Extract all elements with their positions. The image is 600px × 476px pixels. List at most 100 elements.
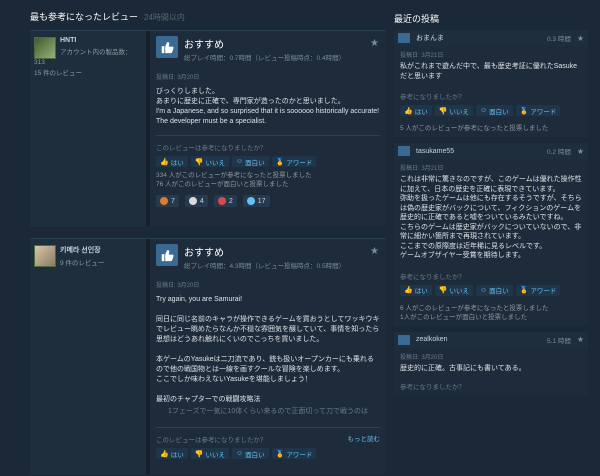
smile-icon: ☺ — [479, 286, 488, 294]
review-body: おすすめ 総プレイ時間：0.7時間（レビュー投稿時点：0.4時間） ★ 投稿日:… — [150, 31, 386, 226]
posted-date: 投稿日: 3月21日 — [400, 166, 444, 172]
award-button[interactable]: 🏅 アワード — [515, 284, 561, 296]
recent-title: 最近の投稿 — [394, 14, 440, 24]
vote-yes-button[interactable]: 👍 はい — [400, 284, 432, 296]
star-icon[interactable]: ★ — [370, 39, 380, 49]
recent-review-header: tasukame55 0.2 時間 ★ — [394, 143, 588, 159]
thumbs-up-icon: 👍 — [160, 158, 169, 166]
vote-yes-button[interactable]: 👍 はい — [156, 156, 188, 167]
recent-review-body: 投稿日: 3月21日 私がこれまで遊んだ中で、最も歴史考証に優れたSasukeだ… — [394, 46, 588, 137]
helpful-reviews-column: HNTI アカウント内の製品数： 313 15 件のレビュー おすすめ 総プレイ… — [30, 30, 386, 475]
read-more-link[interactable]: もっと読む — [348, 433, 381, 443]
recent-review-text: 私がこれまで遊んだ中で、最も歴史考証に優れたSasukeだと思います — [400, 63, 578, 80]
recent-review-text: これは非常に驚きなのですが、このゲームは優れた操作性に加えて、日本の歴史を正確に… — [400, 176, 582, 259]
recent-review-card: おまんま 0.3 時間 ★ 投稿日: 3月21日 私がこれまで遊んだ中で、最も歴史考… — [394, 30, 588, 137]
vote-yes-button[interactable]: 👍 はい — [400, 105, 432, 116]
vote-no-button[interactable]: 👎 いいえ — [190, 156, 229, 167]
award-button[interactable]: 🏅 アワード — [515, 105, 561, 116]
award-icon — [217, 197, 226, 205]
recent-review-header: zealkoken 5.1 時間 ★ — [394, 331, 588, 348]
recent-review-card: zealkoken 5.1 時間 ★ 投稿日: 3月20日 歴史的に正確。古事記にも… — [394, 331, 588, 395]
thumbs-up-icon: 👍 — [404, 287, 413, 294]
section-subtitle: 24時間以内 — [144, 13, 185, 22]
vote-funny-button[interactable]: ☺ 面白い — [231, 448, 269, 459]
posted-date: 投稿日: 3月20日 — [156, 75, 200, 81]
helpful-question: 参考になりましたか？ — [400, 273, 465, 281]
divider — [156, 135, 380, 136]
vote-buttons: 👍 はい 👎 いいえ ☺ 面白い 🏅 アワード — [400, 105, 582, 116]
review-author: 키메라 선인장 9 件のレビュー — [30, 239, 146, 475]
star-icon[interactable]: ★ — [577, 34, 584, 43]
review-card: 키메라 선인장 9 件のレビュー おすすめ 総プレイ時間：4.3時間（レビュー投… — [30, 238, 386, 475]
vote-funny-button[interactable]: ☺ 面白い — [231, 156, 269, 167]
review-body: おすすめ 総プレイ時間：4.3時間（レビュー投稿時点：0.5時間） ★ 投稿日:… — [150, 239, 386, 474]
recent-author-name[interactable]: zealkoken — [416, 336, 547, 343]
recent-review-card: tasukame55 0.2 時間 ★ 投稿日: 3月21日 これは非常に驚きなので… — [394, 143, 588, 326]
helpful-question: 参考になりましたか？ — [400, 94, 465, 101]
awards-row: 7 4 2 17 — [156, 195, 380, 207]
smile-icon: ☺ — [235, 450, 244, 457]
award-badge[interactable]: 4 — [184, 195, 208, 207]
thumbs-down-icon: 👎 — [438, 287, 448, 294]
recent-hours: 0.2 時間 — [546, 149, 571, 156]
award-icon: 🏅 — [275, 158, 285, 166]
vote-stats: 5 人がこのレビューが参考になったと投票しました — [400, 125, 549, 132]
review-text-faded: 1フェーズで一気に10体くらい来るので正面切って刀で戦うのは — [168, 408, 368, 415]
thumbs-up-icon: 👍 — [160, 450, 169, 458]
recommendation-label: おすすめ — [184, 40, 224, 51]
vote-stats: 6 人がこのレビューが参考になったと投票しました 1人がこのレビューが面白いと投票… — [400, 304, 549, 321]
recent-review-header: おまんま 0.3 時間 ★ — [394, 30, 588, 46]
review-text: びっくりしました。 あまりに歴史に正確で、専門家が造ったのかと思いました。 I'… — [156, 88, 380, 125]
vote-buttons: 👍 はい 👎 いいえ ☺ 面白い 🏅 アワード — [400, 284, 582, 296]
thumbs-down-icon: 👎 — [438, 107, 448, 115]
award-button[interactable]: 🏅 アワード — [271, 156, 317, 167]
star-icon[interactable]: ★ — [577, 147, 584, 156]
smile-icon: ☺ — [235, 158, 244, 165]
vote-funny-button[interactable]: ☺ 面白い — [475, 284, 513, 296]
vote-no-button[interactable]: 👎 いいえ — [434, 105, 473, 116]
vote-yes-button[interactable]: 👍 はい — [156, 448, 188, 459]
vote-stats: 334 人がこのレビューが参考になったと投票しました 76 人がこのレビューが面白… — [156, 172, 312, 188]
thumbs-up-icon — [398, 146, 410, 156]
award-icon: 🏅 — [275, 450, 285, 458]
thumbs-up-icon — [156, 244, 178, 266]
playtime: 総プレイ時間：0.7時間（レビュー投稿時点：0.4時間） — [184, 55, 346, 62]
award-icon — [188, 197, 197, 205]
avatar[interactable] — [34, 37, 56, 59]
author-reviews-count[interactable]: 15 件のレビュー — [34, 67, 142, 77]
recent-hours: 0.3 時間 — [546, 36, 571, 43]
star-icon[interactable]: ★ — [577, 335, 584, 344]
star-icon[interactable]: ★ — [370, 247, 380, 257]
thumbs-up-icon — [156, 36, 178, 58]
award-badge[interactable]: 17 — [242, 195, 270, 207]
review-author: HNTI アカウント内の製品数： 313 15 件のレビュー — [30, 31, 146, 227]
thumbs-down-icon: 👎 — [194, 450, 204, 458]
vote-no-button[interactable]: 👎 いいえ — [434, 284, 473, 296]
recent-review-body: 投稿日: 3月20日 歴史的に正確。古事記にも書いてある。 参考になりましたか？ — [394, 347, 588, 395]
author-products-count[interactable]: 313 — [34, 59, 142, 66]
smile-icon: ☺ — [479, 107, 488, 114]
award-badge[interactable]: 7 — [156, 195, 179, 207]
recent-author-name[interactable]: tasukame55 — [416, 148, 547, 155]
thumbs-down-icon: 👎 — [194, 158, 204, 166]
posted-date: 投稿日: 3月20日 — [400, 354, 444, 361]
avatar[interactable] — [34, 245, 56, 267]
thumbs-up-icon: 👍 — [404, 107, 413, 115]
vote-funny-button[interactable]: ☺ 面白い — [475, 105, 513, 116]
recent-review-text: 歴史的に正確。古事記にも書いてある。 — [400, 364, 526, 372]
recent-reviews-column: おまんま 0.3 時間 ★ 投稿日: 3月21日 私がこれまで遊んだ中で、最も歴史考… — [394, 30, 588, 401]
helpful-question: このレビューは参考になりましたか？ — [156, 437, 267, 444]
award-badge[interactable]: 2 — [213, 195, 237, 207]
section-title: 最も参考になったレビュー 24時間以内 — [30, 12, 185, 22]
vote-no-button[interactable]: 👎 いいえ — [190, 448, 229, 459]
review-card: HNTI アカウント内の製品数： 313 15 件のレビュー おすすめ 総プレイ… — [30, 30, 386, 227]
thumbs-up-icon — [398, 334, 410, 345]
posted-date: 投稿日: 3月21日 — [400, 53, 444, 59]
review-text: Try again, you are Samurai! 同日に同じ名前のキャラが… — [156, 296, 380, 403]
award-icon: 🏅 — [519, 107, 529, 115]
award-icon — [160, 197, 168, 205]
helpful-question: 参考になりましたか？ — [400, 384, 465, 391]
award-icon: 🏅 — [519, 287, 529, 294]
recent-author-name[interactable]: おまんま — [416, 33, 547, 43]
award-button[interactable]: 🏅 アワード — [271, 448, 317, 459]
